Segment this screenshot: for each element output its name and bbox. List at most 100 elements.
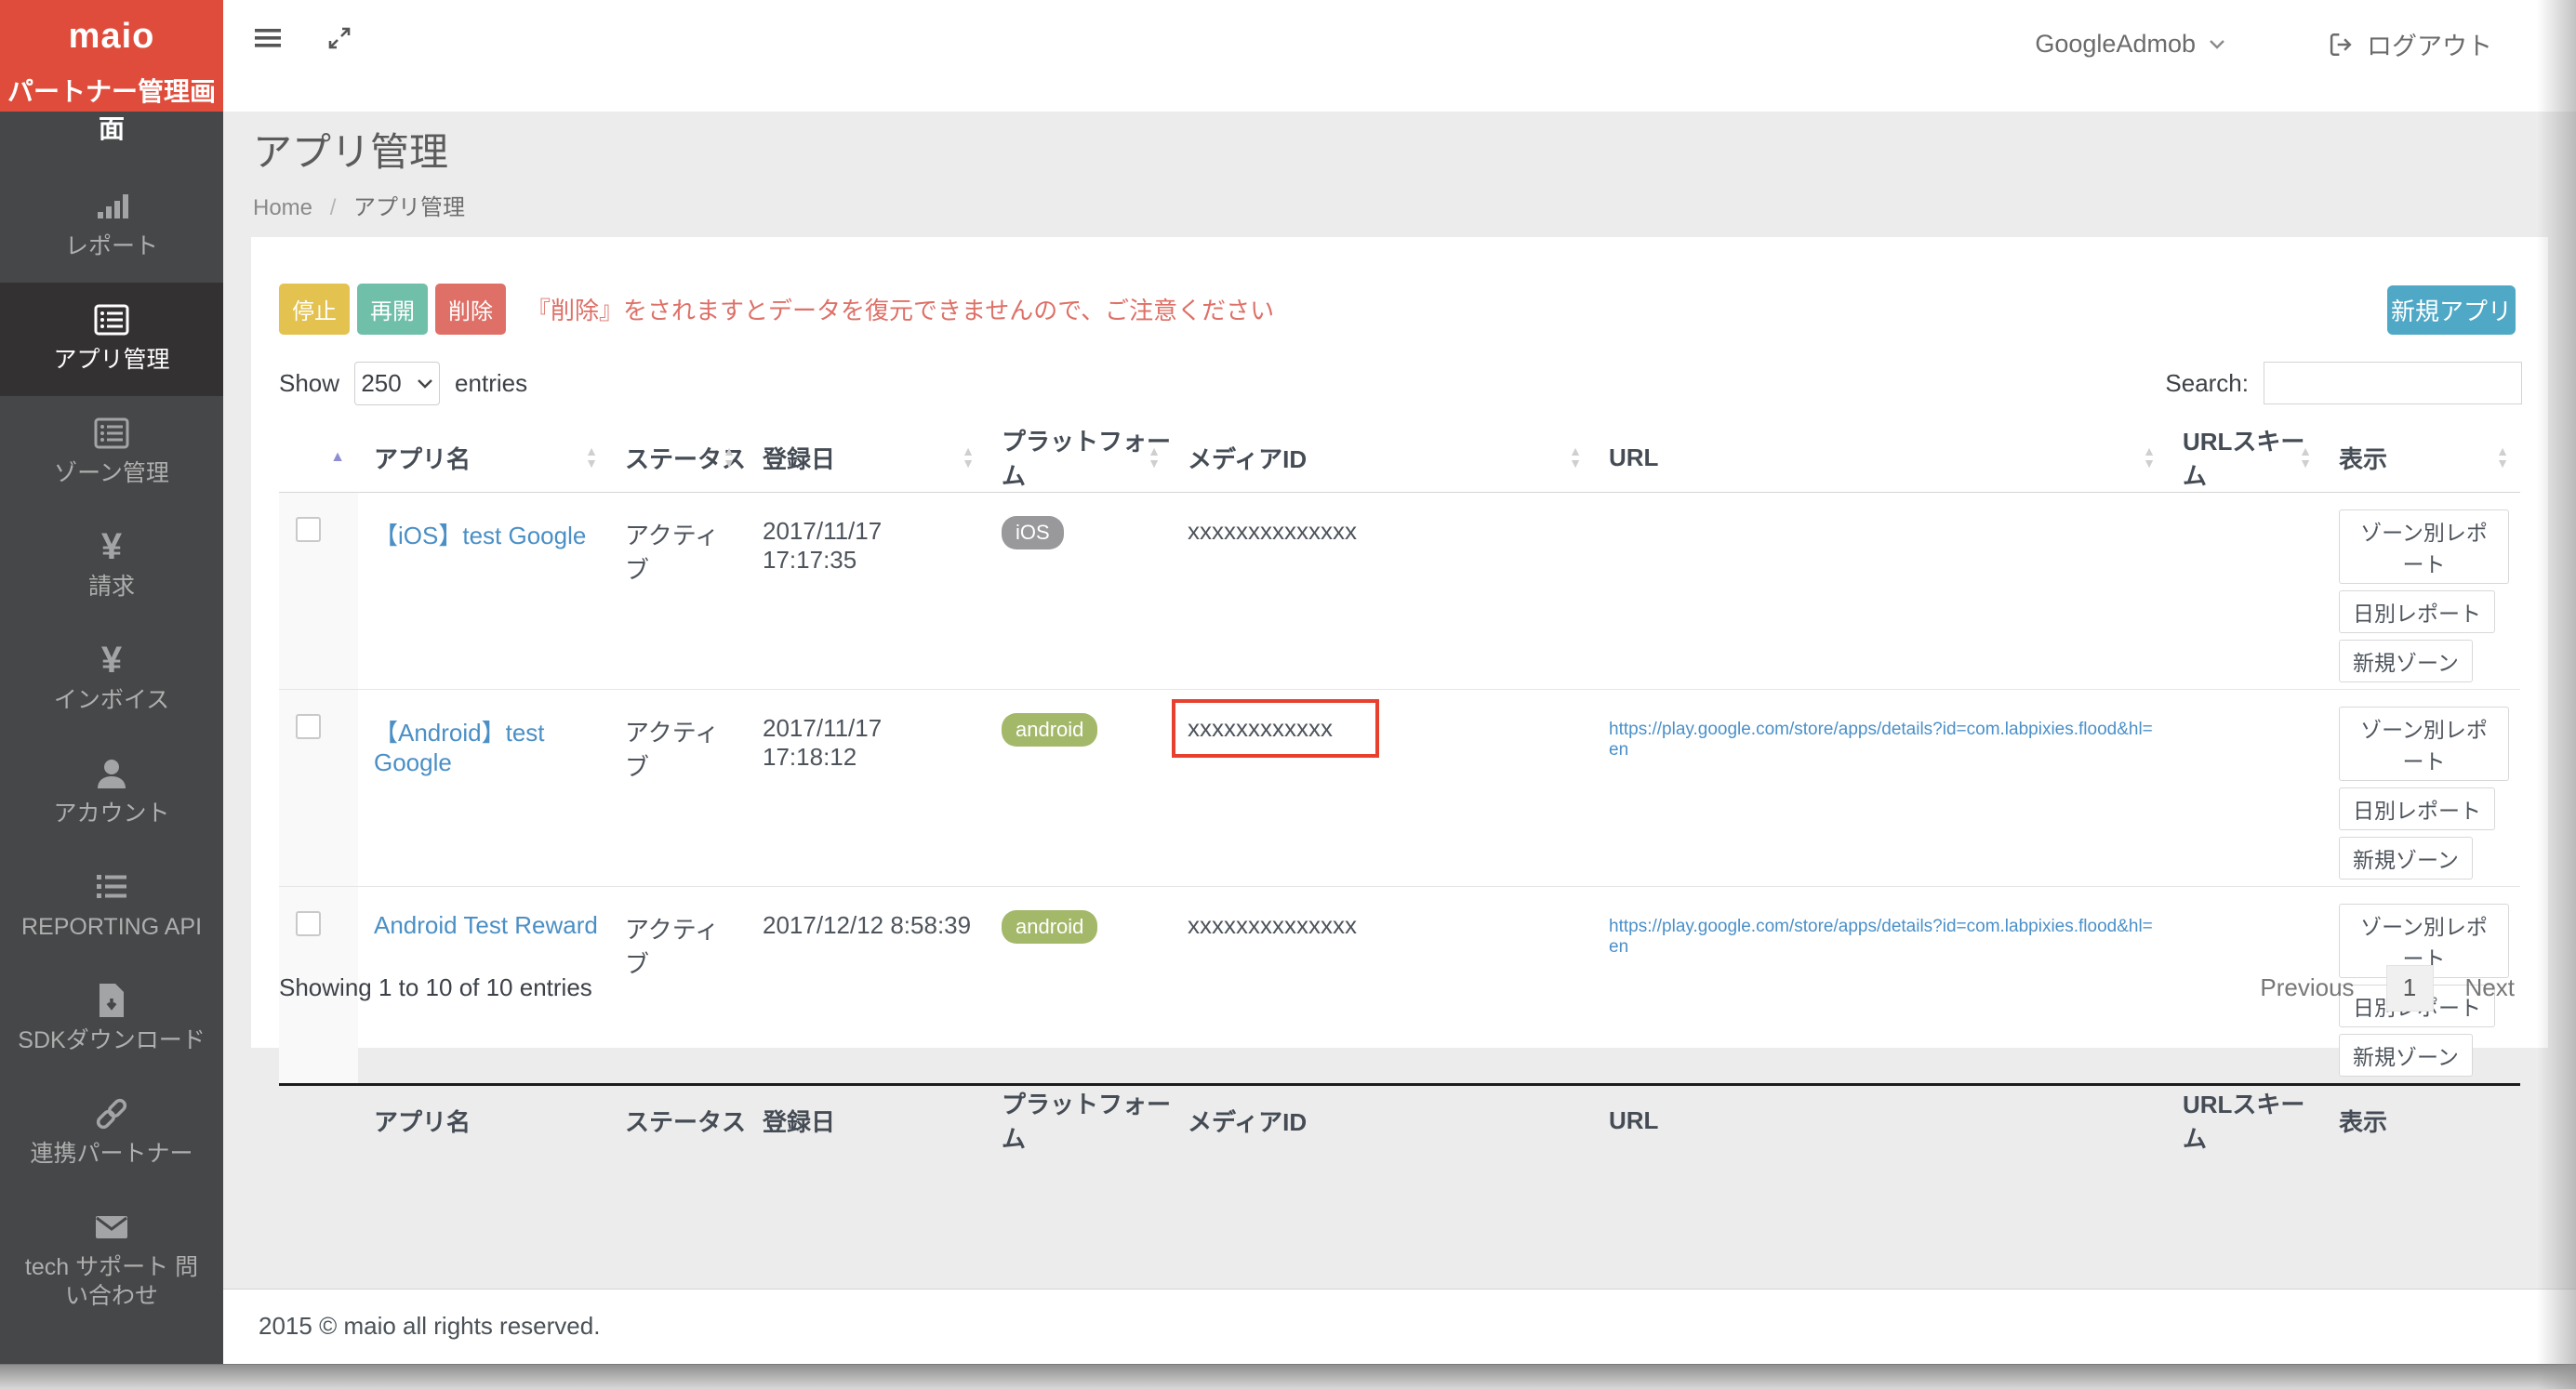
- delete-warning-text: 『削除』をされますとデータを復元できませんので、ご注意ください: [526, 292, 1274, 326]
- sidebar-item-label: REPORTING API: [0, 913, 223, 942]
- registered-cell: 2017/11/17 17:17:35: [747, 493, 986, 690]
- sort-icons: ▲▼: [2143, 445, 2156, 470]
- sidebar-item-report[interactable]: レポート: [0, 169, 223, 283]
- user-icon: [0, 753, 223, 794]
- sort-icons: ▲▼: [2299, 445, 2312, 470]
- bar-chart-icon: [0, 186, 223, 227]
- footer-header-display: 表示: [2323, 1085, 2520, 1156]
- media-id-cell: xxxxxxxxxxxxxx: [1172, 887, 1593, 1085]
- page-length-value: 250: [361, 369, 401, 398]
- stop-button[interactable]: 停止: [279, 284, 350, 335]
- sidebar-toggle-hamburger-icon[interactable]: [255, 27, 281, 54]
- sidebar-item-partners[interactable]: 連携パートナー: [0, 1077, 223, 1190]
- yen-icon: ¥: [0, 640, 223, 681]
- column-header-url-scheme[interactable]: URLスキーム▲▼: [2167, 423, 2323, 493]
- show-label: Show: [279, 369, 339, 398]
- platform-badge: android: [1002, 713, 1097, 747]
- url-scheme-cell: [2167, 690, 2323, 887]
- row-checkbox[interactable]: [296, 714, 321, 739]
- fullscreen-expand-icon[interactable]: [327, 26, 352, 55]
- sign-out-icon: [2328, 32, 2354, 58]
- column-header-app-name[interactable]: アプリ名▲▼: [358, 423, 609, 493]
- row-checkbox[interactable]: [296, 517, 321, 542]
- breadcrumb-home[interactable]: Home: [253, 195, 312, 220]
- platform-badge: android: [1002, 910, 1097, 944]
- sidebar-item-sdk-download[interactable]: SDKダウンロード: [0, 963, 223, 1077]
- chevron-down-icon: [2209, 39, 2225, 50]
- column-header-select[interactable]: ▲: [279, 423, 358, 493]
- search-label: Search:: [2165, 369, 2249, 398]
- registered-cell: 2017/11/17 17:18:12: [747, 690, 986, 887]
- column-header-platform[interactable]: プラットフォーム▲▼: [986, 423, 1172, 493]
- registered-cell: 2017/12/12 8:58:39: [747, 887, 986, 1085]
- sidebar-item-invoice[interactable]: ¥ インボイス: [0, 623, 223, 736]
- sidebar-item-account[interactable]: アカウント: [0, 736, 223, 850]
- url-scheme-cell: [2167, 493, 2323, 690]
- zone-report-button[interactable]: ゾーン別レポート: [2339, 707, 2509, 781]
- search-input[interactable]: [2264, 362, 2522, 404]
- app-name-link[interactable]: Android Test Reward: [374, 911, 598, 939]
- media-id-cell: xxxxxxxxxxxx: [1172, 690, 1593, 887]
- page-footer: 2015 © maio all rights reserved.: [223, 1289, 2576, 1364]
- footer-header-registered: 登録日: [747, 1085, 986, 1156]
- sidebar-item-billing[interactable]: ¥ 請求: [0, 509, 223, 623]
- column-header-url[interactable]: URL▲▼: [1593, 423, 2167, 493]
- app-list-panel: 停止 再開 削除 『削除』をされますとデータを復元できませんので、ご注意ください…: [251, 237, 2548, 1048]
- media-id-annotation-box: xxxxxxxxxxxx: [1172, 699, 1379, 758]
- app-name-link[interactable]: 【iOS】test Google: [374, 522, 586, 549]
- footer-header-app-name: アプリ名: [358, 1085, 609, 1156]
- column-header-media-id[interactable]: メディアID▲▼: [1172, 423, 1593, 493]
- app-screen: maio パートナー管理画面 レポート アプリ管理 ゾーン管理: [0, 0, 2576, 1389]
- sort-icons: ▲▼: [2496, 445, 2509, 470]
- next-page-button[interactable]: Next: [2460, 964, 2520, 1012]
- daily-report-button[interactable]: 日別レポート: [2339, 590, 2495, 633]
- new-zone-button[interactable]: 新規ゾーン: [2339, 837, 2473, 880]
- column-header-display[interactable]: 表示▲▼: [2323, 423, 2520, 493]
- sidebar: maio パートナー管理画面 レポート アプリ管理 ゾーン管理: [0, 0, 223, 1364]
- current-page-button[interactable]: 1: [2386, 965, 2434, 1012]
- logout-button[interactable]: ログアウト: [2328, 26, 2492, 62]
- list-alt-icon: [0, 413, 223, 454]
- row-actions: ゾーン別レポート 日別レポート 新規ゾーン: [2323, 493, 2520, 690]
- column-header-status[interactable]: ステータス▲▼: [609, 423, 747, 493]
- zone-report-button[interactable]: ゾーン別レポート: [2339, 509, 2509, 584]
- table-header-row: ▲ アプリ名▲▼ ステータス▲▼ 登録日▲▼ プラットフォーム▲▼ メディアID…: [279, 423, 2520, 493]
- footer-header-url: URL: [1593, 1085, 2167, 1156]
- account-menu[interactable]: GoogleAdmob: [2035, 30, 2225, 59]
- table-controls: Show 250 entries Search:: [279, 362, 2522, 406]
- brand-logo[interactable]: maio パートナー管理画面: [0, 0, 223, 112]
- sidebar-item-tech-support[interactable]: tech サポート 問い合わせ: [0, 1190, 223, 1339]
- sidebar-item-reporting-api[interactable]: REPORTING API: [0, 850, 223, 963]
- new-app-button[interactable]: 新規アプリ: [2387, 285, 2516, 335]
- delete-button[interactable]: 削除: [435, 284, 506, 335]
- page-length-select[interactable]: 250: [354, 362, 440, 405]
- new-zone-button[interactable]: 新規ゾーン: [2339, 1034, 2473, 1077]
- resume-button[interactable]: 再開: [357, 284, 428, 335]
- sidebar-item-label: tech サポート 問い合わせ: [0, 1253, 223, 1311]
- sidebar-item-app-management[interactable]: アプリ管理: [0, 283, 223, 396]
- row-checkbox[interactable]: [296, 911, 321, 936]
- previous-page-button[interactable]: Previous: [2254, 964, 2359, 1012]
- status-cell: アクティブ: [609, 690, 747, 887]
- apps-table: ▲ アプリ名▲▼ ステータス▲▼ 登録日▲▼ プラットフォーム▲▼ メディアID…: [279, 423, 2520, 1155]
- footer-header-platform: プラットフォーム: [986, 1085, 1172, 1156]
- daily-report-button[interactable]: 日別レポート: [2339, 787, 2495, 830]
- url-cell: https://play.google.com/store/apps/detai…: [1593, 690, 2167, 887]
- app-name-link[interactable]: 【Android】test Google: [374, 719, 545, 776]
- store-url-link[interactable]: https://play.google.com/store/apps/detai…: [1609, 720, 2156, 761]
- status-cell: アクティブ: [609, 493, 747, 690]
- sidebar-item-label: SDKダウンロード: [0, 1026, 223, 1055]
- sidebar-item-label: アプリ管理: [0, 346, 223, 375]
- store-url-link[interactable]: https://play.google.com/store/apps/detai…: [1609, 917, 2156, 958]
- account-name: GoogleAdmob: [2035, 30, 2196, 59]
- table-row: Android Test Reward アクティブ 2017/12/12 8:5…: [279, 887, 2520, 1085]
- new-zone-button[interactable]: 新規ゾーン: [2339, 640, 2473, 682]
- page-title: アプリ管理: [253, 121, 465, 178]
- brand-name: maio: [0, 17, 223, 57]
- sidebar-item-label: 請求: [0, 573, 223, 602]
- entries-label: entries: [455, 369, 527, 398]
- sort-icons: ▲▼: [585, 445, 598, 470]
- sidebar-item-zone-management[interactable]: ゾーン管理: [0, 396, 223, 509]
- sort-icons: ▲▼: [1569, 445, 1582, 470]
- column-header-registered[interactable]: 登録日▲▼: [747, 423, 986, 493]
